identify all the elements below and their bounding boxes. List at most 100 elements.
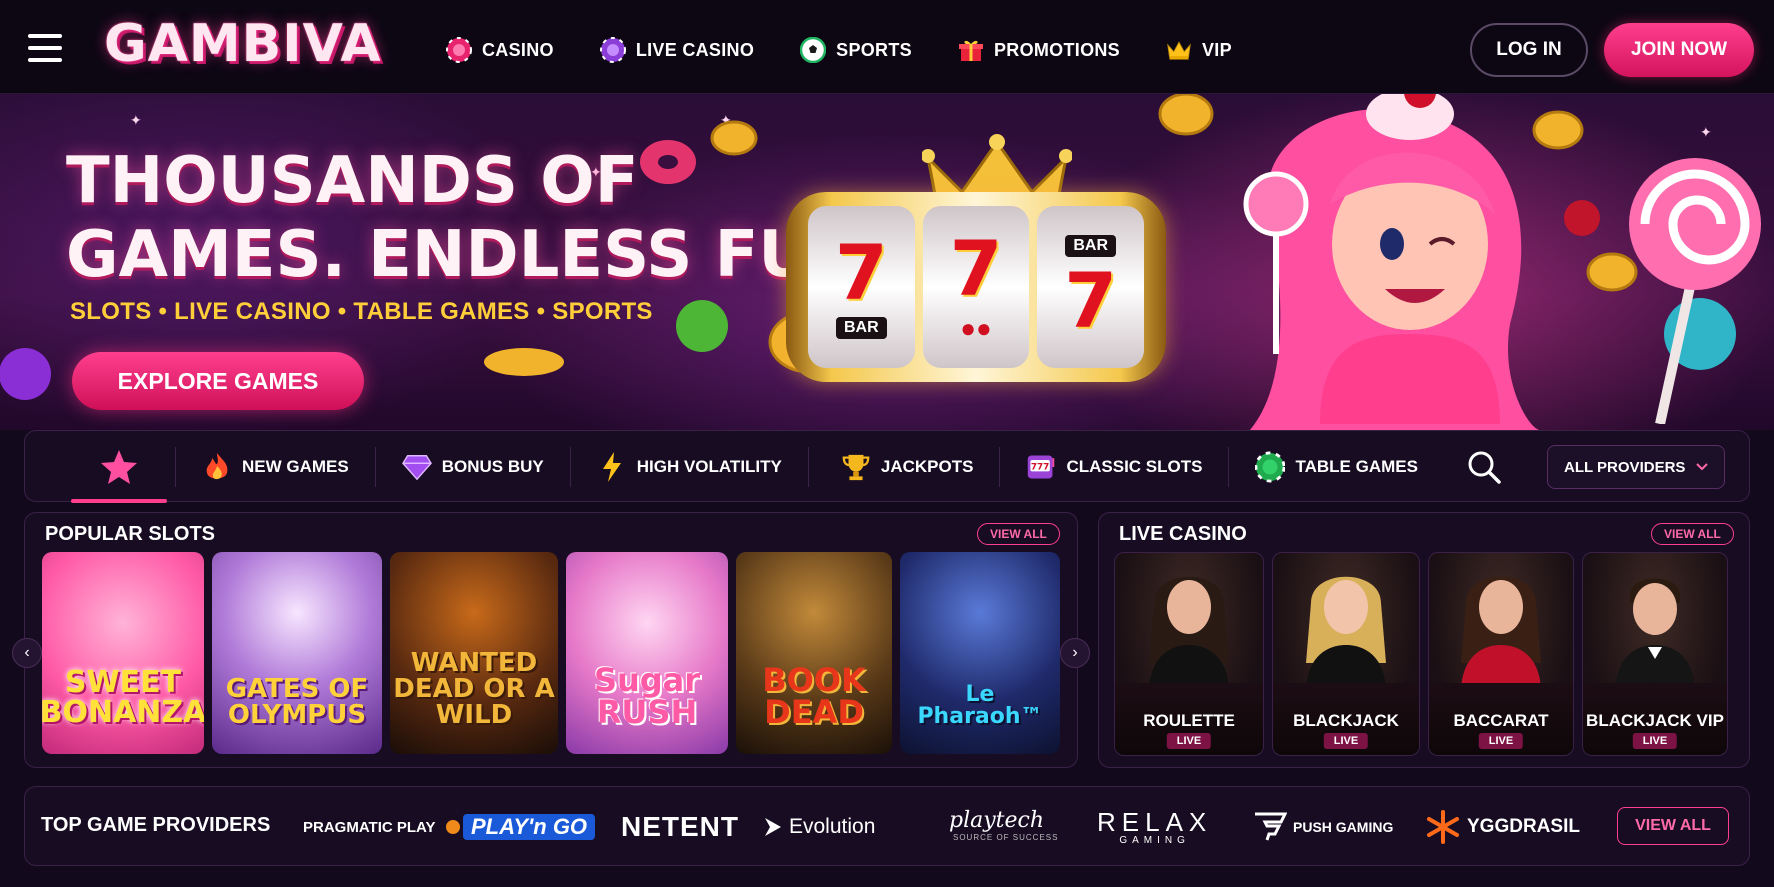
slot-reels: 7 BAR 7 ●● BAR 7 bbox=[786, 192, 1166, 382]
candy-girl-mascot bbox=[1243, 94, 1540, 430]
casino-chip-icon bbox=[446, 37, 472, 63]
slot-machine-illustration: 7 BAR 7 ●● BAR 7 bbox=[772, 134, 1192, 404]
live-casino-title: LIVE CASINO bbox=[1119, 523, 1247, 545]
nav-live-casino-label: LIVE CASINO bbox=[635, 39, 755, 60]
live-badge: LIVE bbox=[1478, 733, 1524, 749]
game-card-le-pharaoh[interactable]: Le Pharaoh™ bbox=[900, 552, 1060, 754]
live-badge: LIVE bbox=[1166, 733, 1212, 749]
provider-name: PLAY'n GO bbox=[463, 814, 596, 840]
provider-name: NETENT bbox=[621, 811, 739, 842]
search-icon[interactable] bbox=[1465, 449, 1505, 485]
yggdrasil-logo-icon bbox=[1427, 810, 1459, 844]
provider-push-gaming[interactable]: PUSH GAMING bbox=[1253, 809, 1393, 845]
nav-promotions[interactable]: PROMOTIONS bbox=[958, 28, 1120, 72]
tab-classic-slots-label: CLASSIC SLOTS bbox=[1066, 457, 1203, 476]
reel-bar-symbol: BAR bbox=[836, 317, 887, 339]
provider-yggdrasil[interactable]: YGGDRASIL bbox=[1425, 809, 1580, 845]
game-card-book-of-dead[interactable]: BOOK DEAD bbox=[736, 552, 892, 754]
tab-new-games[interactable]: NEW GAMES bbox=[175, 447, 375, 487]
slots-prev-arrow-icon[interactable]: ‹ bbox=[12, 638, 42, 668]
tab-new-games-label: NEW GAMES bbox=[242, 457, 349, 476]
chevron-down-icon bbox=[1696, 463, 1708, 471]
lollipop-icon bbox=[1629, 158, 1761, 424]
game-card-wanted-dead-or-a-wild[interactable]: WANTED DEAD OR A WILD bbox=[390, 552, 558, 754]
nav-sports[interactable]: SPORTS bbox=[800, 28, 912, 72]
svg-text:777: 777 bbox=[1031, 463, 1049, 473]
provider-evolution[interactable]: Evolution bbox=[763, 809, 875, 845]
dealer-avatar bbox=[1461, 576, 1541, 693]
provider-play-n-go[interactable]: PLAY'n GO bbox=[463, 809, 596, 845]
evolution-logo-icon bbox=[765, 818, 781, 836]
tab-jackpots-label: JACKPOTS bbox=[880, 457, 974, 476]
reel: 7 ●● bbox=[922, 206, 1030, 368]
providers-title: TOP GAME PROVIDERS bbox=[41, 814, 271, 836]
nav-sports-label: SPORTS bbox=[836, 39, 912, 60]
provider-name: PRAGMATIC PLAY bbox=[303, 818, 436, 836]
nav-vip-label: VIP bbox=[1201, 39, 1232, 60]
gift-icon bbox=[958, 37, 984, 63]
main-nav: CASINO LIVE CASINO SPORTS PROMOTIONS VIP bbox=[446, 28, 1232, 72]
poker-chip-icon bbox=[1255, 451, 1286, 483]
nav-casino[interactable]: CASINO bbox=[446, 28, 554, 72]
game-title: SWEET BONANZA bbox=[42, 665, 204, 730]
filter-tabs: NEW GAMES BONUS BUY HIGH VOLATILITY JACK… bbox=[175, 431, 1444, 503]
live-badge: LIVE bbox=[1323, 733, 1369, 749]
slot-machine-icon: 777 bbox=[1026, 452, 1056, 482]
live-game-baccarat[interactable]: BACCARAT LIVE bbox=[1428, 552, 1574, 756]
cherry-icon: ●● bbox=[960, 312, 992, 343]
provider-netent[interactable]: NETENT bbox=[621, 809, 739, 845]
top-providers-bar: TOP GAME PROVIDERS PRAGMATIC PLAY PLAY'n… bbox=[24, 786, 1750, 866]
game-card-sugar-rush[interactable]: Sugar RUSH bbox=[566, 552, 728, 754]
game-filter-bar: NEW GAMES BONUS BUY HIGH VOLATILITY JACK… bbox=[24, 430, 1750, 503]
tab-jackpots[interactable]: JACKPOTS bbox=[807, 447, 1000, 487]
live-game-name: BLACKJACK VIP bbox=[1586, 711, 1724, 730]
soccer-ball-icon bbox=[800, 37, 827, 63]
lightning-icon bbox=[597, 452, 627, 482]
push-gaming-logo-icon bbox=[1255, 812, 1287, 841]
live-chip-icon bbox=[599, 37, 626, 63]
hamburger-menu-icon[interactable] bbox=[28, 34, 62, 62]
slots-next-arrow-icon[interactable]: › bbox=[1060, 638, 1090, 668]
tab-bonus-buy-label: BONUS BUY bbox=[441, 457, 544, 476]
nav-vip[interactable]: VIP bbox=[1166, 28, 1232, 72]
provider-pragmatic-play[interactable]: PRAGMATIC PLAY bbox=[303, 809, 464, 845]
game-title: WANTED DEAD OR A WILD bbox=[393, 648, 555, 730]
nav-live-casino[interactable]: LIVE CASINO bbox=[599, 28, 755, 72]
reel: 7 BAR bbox=[808, 206, 915, 368]
live-game-name: ROULETTE bbox=[1143, 711, 1235, 730]
dealer-avatar bbox=[1149, 576, 1229, 693]
game-title: BOOK DEAD bbox=[762, 661, 866, 731]
game-title: Sugar RUSH bbox=[593, 661, 701, 731]
game-title: Le Pharaoh™ bbox=[917, 682, 1043, 729]
reel-bar-symbol: BAR bbox=[1065, 235, 1117, 257]
diamond-icon bbox=[401, 452, 432, 482]
nav-promotions-label: PROMOTIONS bbox=[993, 39, 1120, 60]
site-logo[interactable]: GAMBIVA bbox=[104, 14, 382, 74]
live-game-roulette[interactable]: ROULETTE LIVE bbox=[1114, 552, 1264, 756]
popular-slots-view-all-button[interactable]: VIEW ALL bbox=[977, 523, 1060, 545]
provider-playtech[interactable]: playtech SOURCE OF SUCCESS bbox=[913, 809, 1058, 845]
tab-favorites[interactable] bbox=[71, 431, 167, 503]
provider-name: PUSH GAMING bbox=[1293, 819, 1394, 835]
join-now-button[interactable]: JOIN NOW bbox=[1604, 23, 1754, 77]
nav-casino-label: CASINO bbox=[482, 39, 554, 60]
providers-dropdown-value: ALL PROVIDERS bbox=[1564, 458, 1686, 476]
game-card-gates-of-olympus[interactable]: GATES OF OLYMPUS bbox=[212, 552, 382, 754]
tab-bonus-buy[interactable]: BONUS BUY bbox=[374, 447, 570, 487]
providers-dropdown[interactable]: ALL PROVIDERS bbox=[1547, 445, 1725, 489]
live-game-blackjack[interactable]: BLACKJACK LIVE bbox=[1272, 552, 1420, 756]
tab-table-games[interactable]: TABLE GAMES bbox=[1228, 447, 1443, 487]
live-game-blackjack-vip[interactable]: BLACKJACK VIP LIVE bbox=[1582, 552, 1728, 756]
login-button[interactable]: LOG IN bbox=[1470, 23, 1588, 77]
reel-seven: 7 bbox=[834, 228, 888, 317]
tab-classic-slots[interactable]: 777 CLASSIC SLOTS bbox=[999, 447, 1228, 487]
fire-icon bbox=[202, 452, 232, 482]
tab-high-volatility[interactable]: HIGH VOLATILITY bbox=[569, 447, 808, 487]
game-card-sweet-bonanza[interactable]: SWEET BONANZA bbox=[42, 552, 204, 754]
hero-banner: ✦ ✦ ✦ ✦ ✦ THOUSANDS OF GAMES. ENDLESS FU… bbox=[0, 94, 1774, 430]
providers-view-all-button[interactable]: VIEW ALL bbox=[1617, 807, 1729, 845]
tab-high-volatility-label: HIGH VOLATILITY bbox=[636, 457, 782, 476]
provider-relax-gaming[interactable]: RELAX GAMING bbox=[1097, 809, 1212, 846]
live-casino-view-all-button[interactable]: VIEW ALL bbox=[1651, 523, 1734, 545]
dealer-avatar bbox=[1615, 578, 1695, 693]
